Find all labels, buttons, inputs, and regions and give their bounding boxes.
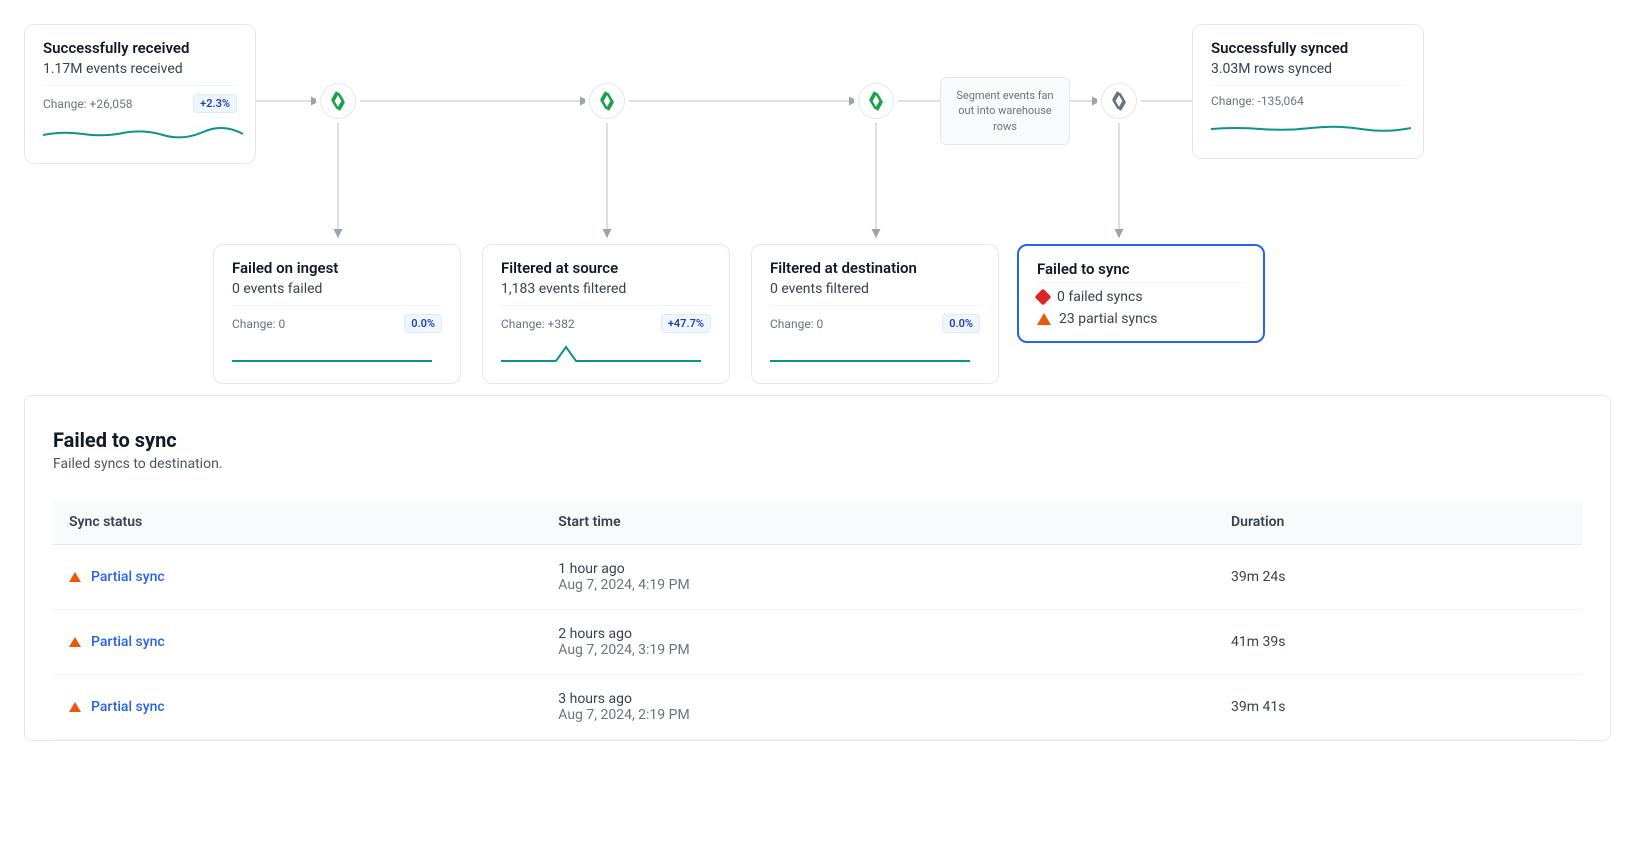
change-label: Change: +26,058 <box>43 97 132 111</box>
table-row[interactable]: Partial sync 1 hour agoAug 7, 2024, 4:19… <box>53 545 1582 610</box>
card-subtitle: 1.17M events received <box>43 61 237 77</box>
sync-status-link[interactable]: Partial sync <box>91 569 165 585</box>
sync-status-link[interactable]: Partial sync <box>91 699 165 715</box>
card-subtitle: 3.03M rows synced <box>1211 61 1405 77</box>
col-start-time: Start time <box>542 500 1215 545</box>
card-subtitle: 0 events filtered <box>770 281 980 297</box>
card-subtitle: 0 events failed <box>232 281 442 297</box>
card-title: Filtered at source <box>501 259 711 277</box>
col-duration: Duration <box>1215 500 1582 545</box>
sync-history-table: Sync status Start time Duration Partial … <box>53 500 1582 740</box>
start-relative: 2 hours ago <box>558 626 1199 642</box>
start-absolute: Aug 7, 2024, 4:19 PM <box>558 577 1199 593</box>
card-title: Filtered at destination <box>770 259 980 277</box>
card-received[interactable]: Successfully received 1.17M events recei… <box>24 24 256 164</box>
change-badge: 0.0% <box>942 314 980 333</box>
card-filtered-source[interactable]: Filtered at source 1,183 events filtered… <box>482 244 730 384</box>
sparkline <box>770 341 970 365</box>
duration: 39m 41s <box>1215 675 1582 740</box>
change-label: Change: +382 <box>501 317 575 331</box>
failed-syncs-label: 0 failed syncs <box>1057 289 1143 305</box>
divider <box>1037 282 1245 283</box>
sparkline <box>1211 116 1411 140</box>
partial-syncs-label: 23 partial syncs <box>1059 311 1157 327</box>
start-relative: 1 hour ago <box>558 561 1199 577</box>
card-subtitle: 1,183 events filtered <box>501 281 711 297</box>
change-badge: 0.0% <box>404 314 442 333</box>
start-relative: 3 hours ago <box>558 691 1199 707</box>
sparkline <box>232 341 432 365</box>
diamond-icon <box>1035 289 1052 306</box>
node-source-filter-icon <box>589 83 625 119</box>
table-row[interactable]: Partial sync 2 hours agoAug 7, 2024, 3:1… <box>53 610 1582 675</box>
triangle-icon <box>69 637 81 647</box>
change-label: Change: 0 <box>770 317 823 331</box>
change-label: Change: -135,064 <box>1211 94 1304 108</box>
card-title: Failed to sync <box>1037 260 1245 278</box>
start-absolute: Aug 7, 2024, 2:19 PM <box>558 707 1199 723</box>
change-label: Change: 0 <box>232 317 285 331</box>
panel-title: Failed to sync <box>53 428 1582 452</box>
sync-status-link[interactable]: Partial sync <box>91 634 165 650</box>
sparkline <box>43 121 243 145</box>
pipeline-flow: Segment events fan out into warehouse ro… <box>0 0 1635 395</box>
change-badge: +47.7% <box>661 314 711 333</box>
card-synced[interactable]: Successfully synced 3.03M rows synced Ch… <box>1192 24 1424 159</box>
node-ingest-icon <box>320 83 356 119</box>
start-absolute: Aug 7, 2024, 3:19 PM <box>558 642 1199 658</box>
duration: 41m 39s <box>1215 610 1582 675</box>
fanout-note: Segment events fan out into warehouse ro… <box>940 77 1070 145</box>
card-failed-ingest[interactable]: Failed on ingest 0 events failed Change:… <box>213 244 461 384</box>
card-title: Successfully received <box>43 39 237 57</box>
duration: 39m 24s <box>1215 545 1582 610</box>
panel-description: Failed syncs to destination. <box>53 456 1582 472</box>
triangle-icon <box>69 702 81 712</box>
table-row[interactable]: Partial sync 3 hours agoAug 7, 2024, 2:1… <box>53 675 1582 740</box>
triangle-icon <box>1037 313 1051 325</box>
node-sync-icon <box>1101 83 1137 119</box>
detail-panel: Failed to sync Failed syncs to destinati… <box>24 395 1611 741</box>
sparkline <box>501 341 701 365</box>
card-title: Successfully synced <box>1211 39 1405 57</box>
card-failed-sync[interactable]: Failed to sync 0 failed syncs 23 partial… <box>1017 244 1265 343</box>
card-title: Failed on ingest <box>232 259 442 277</box>
change-badge: +2.3% <box>193 94 237 113</box>
col-sync-status: Sync status <box>53 500 542 545</box>
card-filtered-destination[interactable]: Filtered at destination 0 events filtere… <box>751 244 999 384</box>
triangle-icon <box>69 572 81 582</box>
node-dest-filter-icon <box>858 83 894 119</box>
